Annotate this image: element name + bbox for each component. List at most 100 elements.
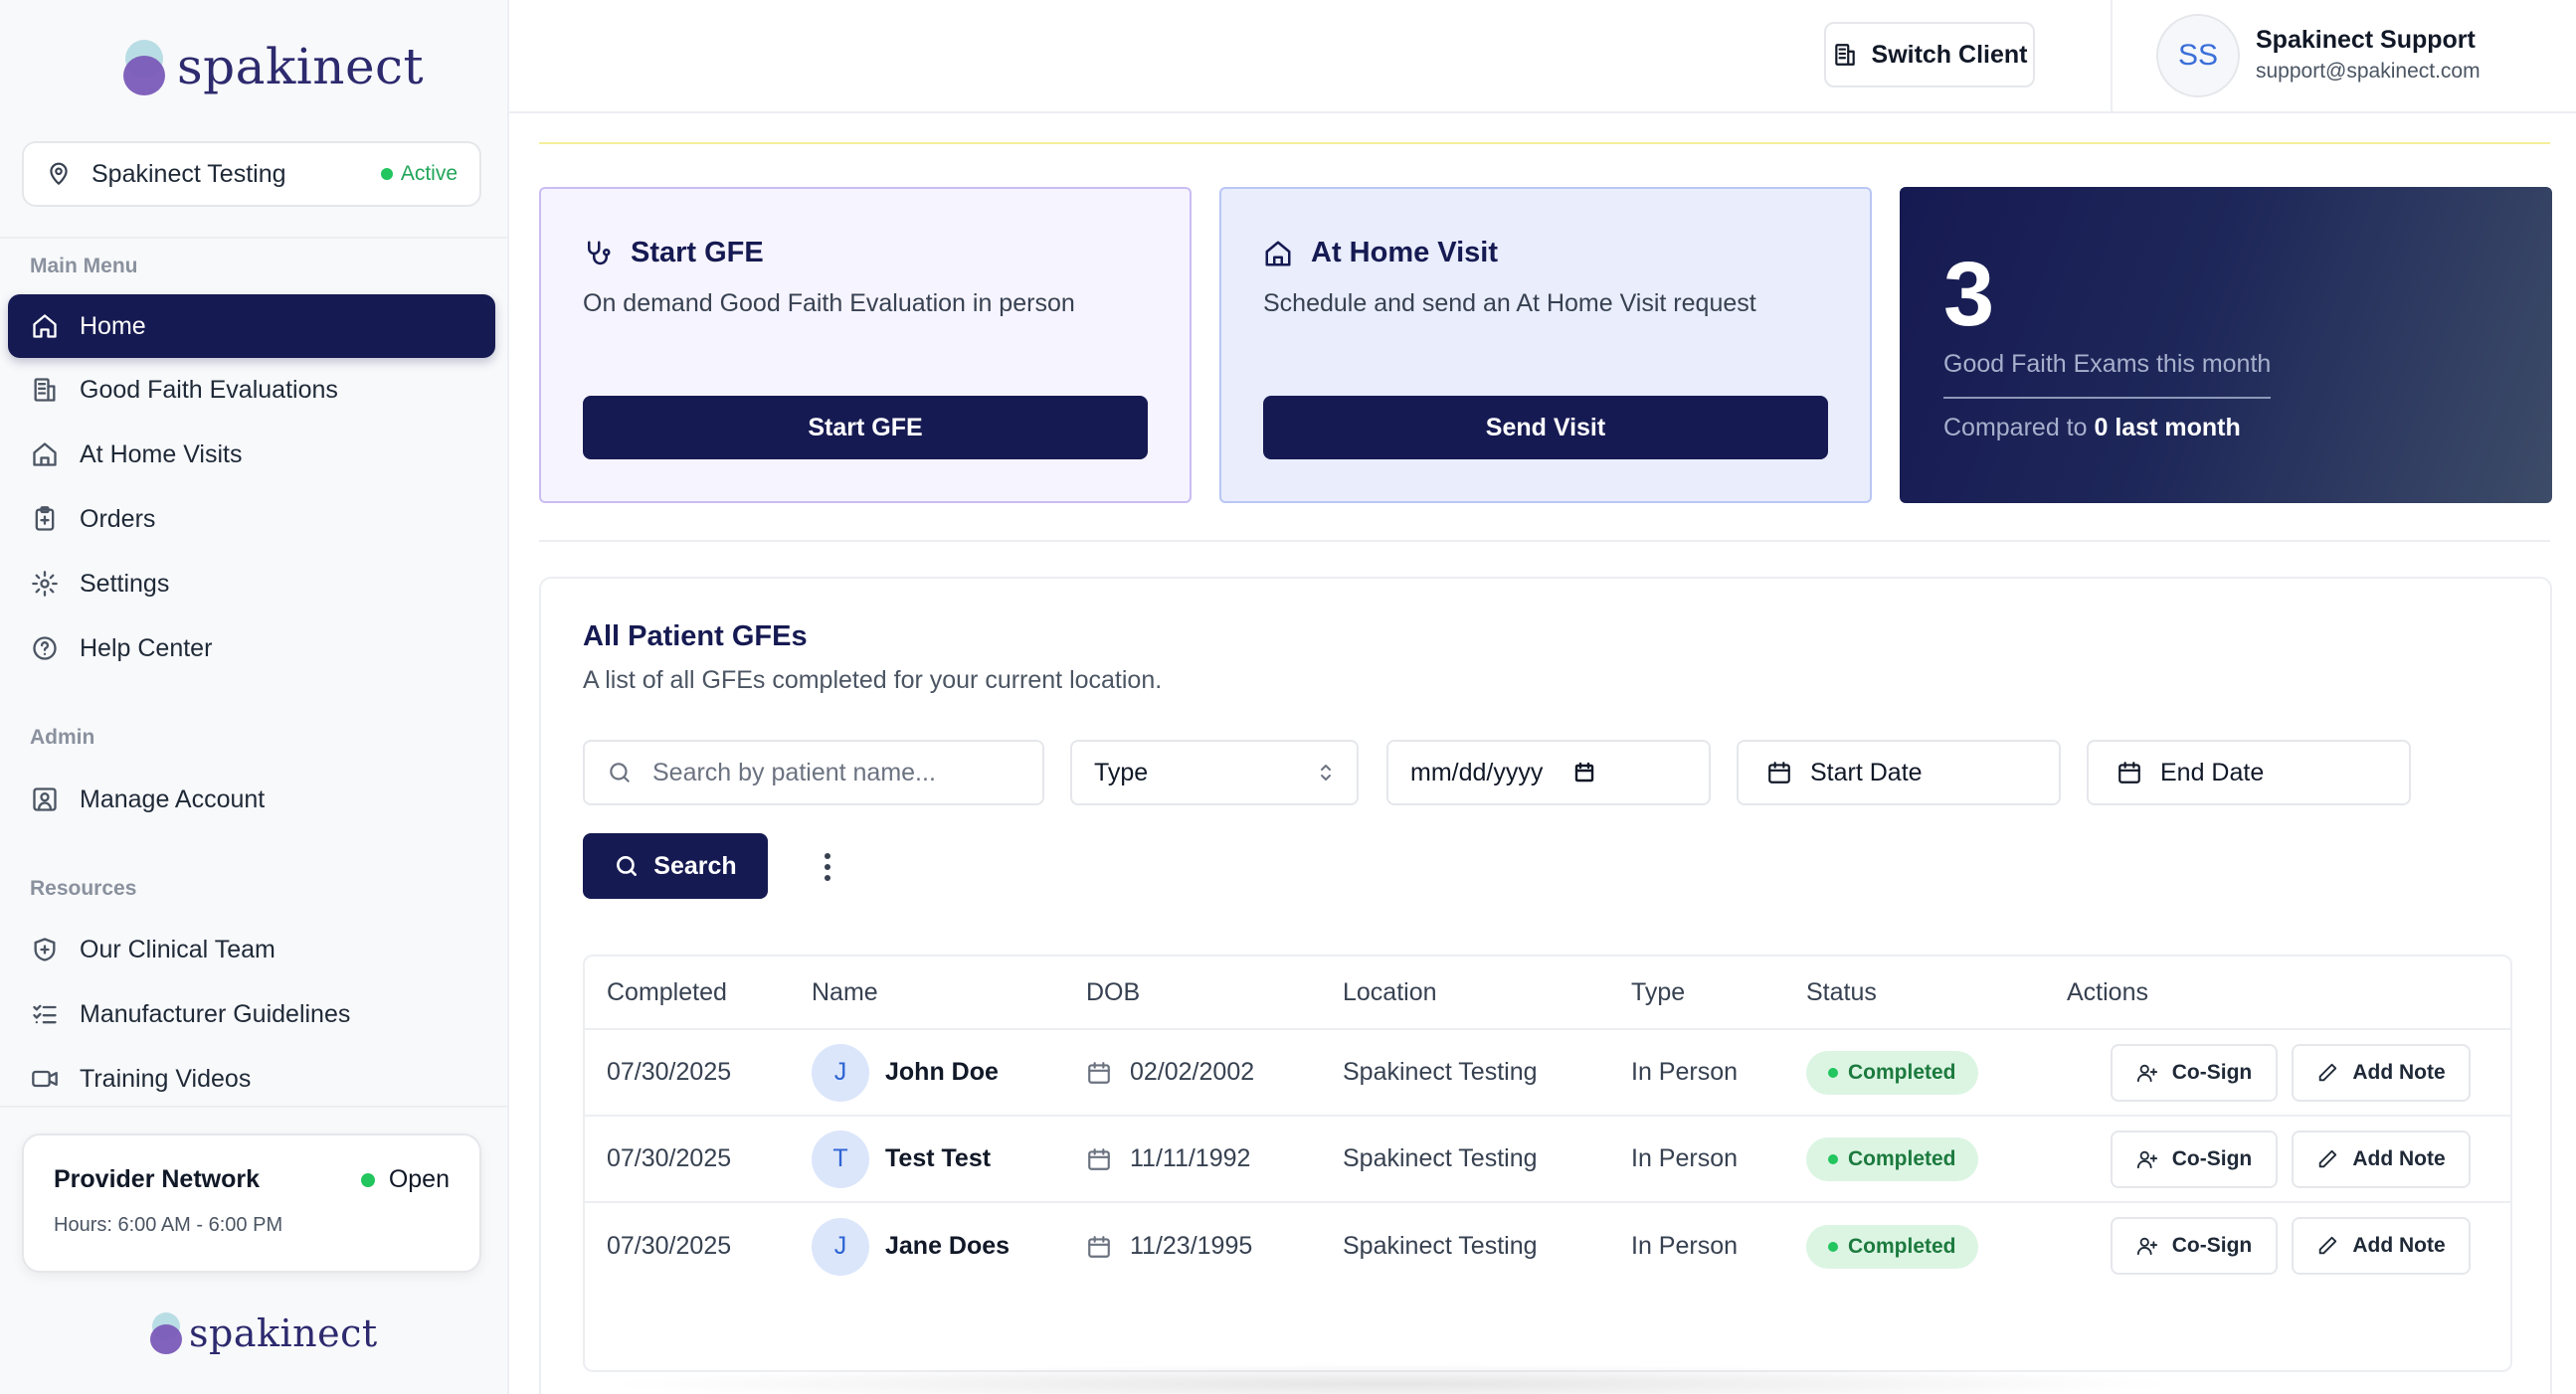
status-cell: Completed — [1806, 1117, 1978, 1201]
user-name: Spakinect Support — [2256, 26, 2476, 54]
stats-label: Good Faith Exams this month — [1943, 350, 2272, 399]
clipboard-building-icon — [30, 375, 60, 405]
table-row[interactable]: 07/30/2025 T Test Test 11/11/1992 Spakin… — [585, 1117, 2510, 1203]
sidebar-item-label: Orders — [80, 504, 156, 533]
dob: 02/02/2002 — [1130, 1058, 1255, 1086]
resources-label: Resources — [30, 877, 137, 900]
provider-network-status: Open — [360, 1165, 450, 1194]
calendar-icon — [1088, 1061, 1110, 1084]
clipboard-plus-icon — [30, 504, 60, 534]
dob-cell: 11/11/1992 — [1086, 1117, 1250, 1201]
brand-logo[interactable]: spakinect — [121, 38, 424, 95]
sidebar-item-at-home-visits[interactable]: At Home Visits — [8, 423, 495, 486]
start-gfe-description: On demand Good Faith Evaluation in perso… — [583, 289, 1075, 317]
send-visit-button[interactable]: Send Visit — [1263, 396, 1828, 459]
dob: 11/11/1992 — [1130, 1144, 1251, 1172]
add-note-button[interactable]: Add Note — [2292, 1131, 2471, 1188]
content-divider — [539, 540, 2550, 542]
date-input[interactable]: mm/dd/yyyy — [1386, 740, 1711, 805]
table-row[interactable]: 07/30/2025 J John Doe 02/02/2002 Spakine… — [585, 1030, 2510, 1117]
type-select[interactable]: Type — [1070, 740, 1359, 805]
patient-name-cell[interactable]: T Test Test — [812, 1117, 991, 1201]
search-button[interactable]: Search — [583, 833, 768, 899]
chevron-up-down-icon — [1321, 765, 1331, 781]
status-badge: Completed — [1806, 1224, 1978, 1269]
admin-label: Admin — [30, 726, 95, 749]
co-sign-button[interactable]: Co-Sign — [2111, 1131, 2278, 1188]
search-icon — [610, 763, 630, 783]
location: Spakinect Testing — [1343, 1232, 1538, 1260]
switch-client-button[interactable]: Switch Client — [1824, 22, 2035, 87]
column-header-actions: Actions — [2067, 977, 2148, 1006]
scroll-shadow — [597, 1364, 2188, 1394]
stethoscope-icon — [588, 241, 611, 264]
status-cell: Completed — [1806, 1030, 1978, 1115]
add-note-button[interactable]: Add Note — [2292, 1044, 2471, 1102]
sidebar-item-label: Manage Account — [80, 784, 266, 813]
column-header-dob: DOB — [1086, 977, 1141, 1006]
start-date-picker[interactable]: Start Date — [1737, 740, 2061, 805]
at-home-visit-title: At Home Visit — [1311, 237, 1499, 268]
visit-type: In Person — [1631, 1232, 1739, 1260]
status-badge: Completed — [1806, 1136, 1978, 1181]
sidebar-item-manufacturer-guidelines[interactable]: Manufacturer Guidelines — [8, 982, 495, 1046]
shield-plus-icon — [30, 935, 60, 964]
date-input-placeholder: mm/dd/yyyy — [1410, 758, 1544, 786]
table-row[interactable]: 07/30/2025 J Jane Does 11/23/1995 Spakin… — [585, 1203, 2510, 1290]
add-note-button[interactable]: Add Note — [2292, 1217, 2471, 1275]
start-gfe-button[interactable]: Start GFE — [583, 396, 1148, 459]
sidebar-item-orders[interactable]: Orders — [8, 487, 495, 551]
calendar-icon — [2118, 762, 2140, 784]
sidebar: spakinect Spakinect Testing Active Main … — [0, 0, 509, 1394]
more-options-icon[interactable] — [816, 849, 839, 885]
house-icon — [30, 439, 60, 469]
sidebar-item-label: At Home Visits — [80, 439, 243, 468]
stats-compare: Compared to 0 last month — [1943, 414, 2241, 441]
end-date-picker[interactable]: End Date — [2087, 740, 2411, 805]
completed-date: 07/30/2025 — [607, 1232, 732, 1260]
start-gfe-title: Start GFE — [631, 237, 764, 268]
column-header-name: Name — [812, 977, 878, 1006]
stats-number: 3 — [1943, 244, 1995, 345]
pencil-icon — [2319, 1149, 2337, 1168]
sidebar-item-settings[interactable]: Settings — [8, 552, 495, 615]
user-email: support@spakinect.com — [2256, 60, 2481, 83]
column-header-type: Type — [1631, 977, 1686, 1006]
location-selector[interactable]: Spakinect Testing Active — [22, 141, 481, 207]
notice-bar — [539, 142, 2550, 144]
map-pin-icon — [50, 162, 68, 185]
search-placeholder: Search by patient name... — [652, 758, 936, 786]
avatar[interactable]: SS — [2156, 14, 2240, 97]
search-input[interactable]: Search by patient name... — [583, 740, 1044, 805]
sidebar-item-label: Help Center — [80, 633, 213, 662]
sidebar-item-label: Manufacturer Guidelines — [80, 999, 351, 1028]
visit-type: In Person — [1631, 1058, 1739, 1086]
sidebar-item-home[interactable]: Home — [8, 294, 495, 358]
sidebar-item-good-faith-evaluations[interactable]: Good Faith Evaluations — [8, 358, 495, 422]
type-select-value: Type — [1094, 758, 1149, 786]
column-header-status: Status — [1806, 977, 1877, 1006]
sidebar-item-label: Settings — [80, 569, 170, 598]
sidebar-item-manage-account[interactable]: Manage Account — [8, 768, 495, 831]
user-plus-icon — [2136, 1064, 2157, 1083]
completed-date: 07/30/2025 — [607, 1144, 732, 1172]
co-sign-button[interactable]: Co-Sign — [2111, 1044, 2278, 1102]
co-sign-button[interactable]: Co-Sign — [2111, 1217, 2278, 1275]
dob-cell: 02/02/2002 — [1086, 1030, 1254, 1115]
panel-title: All Patient GFEs — [583, 620, 808, 652]
brand-name: spakinect — [189, 1311, 378, 1355]
calendar-icon[interactable] — [1572, 761, 1596, 784]
visit-type: In Person — [1631, 1144, 1739, 1172]
top-header: Switch Client SS Spakinect Support suppo… — [509, 0, 2576, 113]
sidebar-item-our-clinical-team[interactable]: Our Clinical Team — [8, 918, 495, 981]
sidebar-item-help-center[interactable]: Help Center — [8, 616, 495, 680]
patient-name-cell[interactable]: J Jane Does — [812, 1203, 1010, 1290]
provider-network-title: Provider Network — [54, 1165, 261, 1193]
calendar-icon — [1768, 762, 1790, 784]
sidebar-item-label: Training Videos — [80, 1064, 252, 1093]
patient-name-cell[interactable]: J John Doe — [812, 1030, 999, 1115]
patient-initial-avatar: J — [812, 1043, 869, 1102]
sidebar-item-training-videos[interactable]: Training Videos — [8, 1047, 495, 1111]
provider-network-hours: Hours: 6:00 AM - 6:00 PM — [54, 1214, 283, 1236]
location: Spakinect Testing — [1343, 1144, 1538, 1172]
